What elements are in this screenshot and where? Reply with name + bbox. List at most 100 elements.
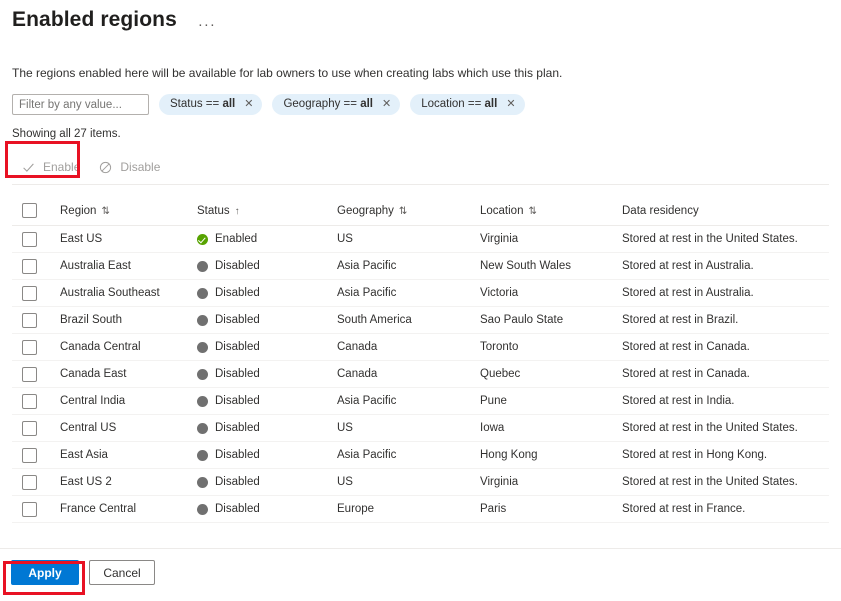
select-all-checkbox[interactable] [22, 203, 37, 218]
cell-location: Hong Kong [480, 442, 622, 469]
row-checkbox[interactable] [22, 502, 37, 517]
table-row[interactable]: East US 2DisabledUSVirginiaStored at res… [12, 469, 829, 496]
column-header-location[interactable]: Location ⇅ [480, 196, 622, 226]
apply-button[interactable]: Apply [11, 560, 79, 585]
cell-geography: Asia Pacific [337, 442, 480, 469]
status-disabled-icon [197, 504, 208, 515]
cell-status: Disabled [197, 307, 337, 334]
sort-icon[interactable]: ⇅ [399, 206, 407, 217]
filter-chip-geography[interactable]: Geography == all ✕ [272, 94, 400, 115]
cell-location: Pune [480, 388, 622, 415]
status-badge: Disabled [215, 449, 260, 461]
row-checkbox[interactable] [22, 367, 37, 382]
cell-region: France Central [60, 496, 197, 523]
filter-chip-location[interactable]: Location == all ✕ [410, 94, 524, 115]
cell-data-residency: Stored at rest in Brazil. [622, 307, 829, 334]
status-disabled-icon [197, 423, 208, 434]
filter-chip-status-label: Status == all [170, 94, 235, 115]
status-disabled-icon [197, 288, 208, 299]
cell-data-residency: Stored at rest in Australia. [622, 280, 829, 307]
column-header-data-residency-label: Data residency [622, 205, 699, 217]
cell-status: Disabled [197, 361, 337, 388]
cell-data-residency: Stored at rest in France. [622, 496, 829, 523]
cell-data-residency: Stored at rest in Canada. [622, 334, 829, 361]
row-checkbox[interactable] [22, 421, 37, 436]
table-header-row: Region⇅ Status↑ Geography⇅ Location ⇅ Dat… [12, 196, 829, 226]
table-row[interactable]: Canada CentralDisabledCanadaTorontoStore… [12, 334, 829, 361]
table-row[interactable]: Australia EastDisabledAsia PacificNew So… [12, 253, 829, 280]
close-icon[interactable]: ✕ [244, 94, 253, 115]
table-row[interactable]: East Asia Disabled Asia PacificHong KongSt… [12, 442, 829, 469]
column-header-region[interactable]: Region⇅ [60, 196, 197, 226]
cell-status: Disabled [197, 388, 337, 415]
item-count-label: Showing all 27 items. [0, 128, 841, 140]
column-header-location-label: Location [480, 205, 523, 217]
column-header-status[interactable]: Status↑ [197, 196, 337, 226]
sort-icon[interactable]: ⇅ [101, 206, 109, 217]
cell-location: Quebec [480, 361, 622, 388]
table-row[interactable]: Brazil South Disabled South AmericaSao Pau… [12, 307, 829, 334]
status-badge: Disabled [215, 314, 260, 326]
row-checkbox[interactable] [22, 286, 37, 301]
cell-region: Australia East [60, 253, 197, 280]
row-select-cell [12, 469, 60, 496]
table-row[interactable]: Australia SoutheastDisabledAsia PacificV… [12, 280, 829, 307]
enable-button[interactable]: Enable [12, 152, 89, 182]
table-row[interactable]: Central IndiaDisabledAsia PacificPuneSto… [12, 388, 829, 415]
status-badge: Disabled [215, 287, 260, 299]
table-body: East USEnabledUSVirginiaStored at rest i… [12, 226, 829, 523]
cell-geography: South America [337, 307, 480, 334]
close-icon[interactable]: ✕ [382, 94, 391, 115]
cell-region: Canada East [60, 361, 197, 388]
status-badge: Disabled [215, 503, 260, 515]
sort-icon[interactable]: ⇅ [528, 206, 536, 217]
row-checkbox[interactable] [22, 232, 37, 247]
cell-location: Toronto [480, 334, 622, 361]
row-select-cell [12, 334, 60, 361]
cell-data-residency: Stored at rest in the United States. [622, 415, 829, 442]
row-checkbox[interactable] [22, 448, 37, 463]
table-row[interactable]: Central USDisabledUSIowaStored at rest i… [12, 415, 829, 442]
cell-data-residency: Stored at rest in Hong Kong. [622, 442, 829, 469]
row-select-cell [12, 253, 60, 280]
enable-button-label: Enable [43, 152, 80, 182]
cell-region: Brazil South [60, 307, 197, 334]
cell-status: Disabled [197, 442, 337, 469]
cancel-button[interactable]: Cancel [89, 560, 155, 585]
filter-chip-status[interactable]: Status == all ✕ [159, 94, 262, 115]
table-row[interactable]: East USEnabledUSVirginiaStored at rest i… [12, 226, 829, 253]
row-checkbox[interactable] [22, 394, 37, 409]
table-header: Region⇅ Status↑ Geography⇅ Location ⇅ Dat… [12, 196, 829, 226]
status-enabled-icon [197, 234, 208, 245]
row-checkbox[interactable] [22, 340, 37, 355]
command-bar: Enable Disable [0, 151, 841, 183]
page-header: Enabled regions ··· [0, 0, 841, 34]
cell-status: Disabled [197, 334, 337, 361]
cell-status: Disabled [197, 415, 337, 442]
footer-action-bar: Apply Cancel [0, 548, 841, 601]
cell-region: East Asia [60, 442, 197, 469]
filter-input[interactable] [12, 94, 149, 115]
row-checkbox[interactable] [22, 475, 37, 490]
column-header-data-residency: Data residency [622, 196, 829, 226]
regions-table: Region⇅ Status↑ Geography⇅ Location ⇅ Dat… [12, 196, 829, 523]
cell-region: Central US [60, 415, 197, 442]
cell-data-residency: Stored at rest in the United States. [622, 226, 829, 253]
table-row[interactable]: Canada EastDisabledCanadaQuebecStored at… [12, 361, 829, 388]
row-checkbox[interactable] [22, 259, 37, 274]
sort-ascending-icon[interactable]: ↑ [235, 206, 240, 217]
more-options-icon[interactable]: ··· [193, 16, 221, 34]
table-row[interactable]: France CentralDisabledEuropeParisStored … [12, 496, 829, 523]
cell-status: Disabled [197, 253, 337, 280]
cell-status: Enabled [197, 226, 337, 253]
column-header-geography[interactable]: Geography⇅ [337, 196, 480, 226]
row-checkbox[interactable] [22, 313, 37, 328]
disable-button[interactable]: Disable [89, 152, 169, 182]
cell-location: Virginia [480, 469, 622, 496]
cell-location: Sao Paulo State [480, 307, 622, 334]
status-badge: Disabled [215, 422, 260, 434]
close-icon[interactable]: ✕ [506, 94, 515, 115]
cell-geography: Europe [337, 496, 480, 523]
status-disabled-icon [197, 477, 208, 488]
cell-status: Disabled [197, 280, 337, 307]
